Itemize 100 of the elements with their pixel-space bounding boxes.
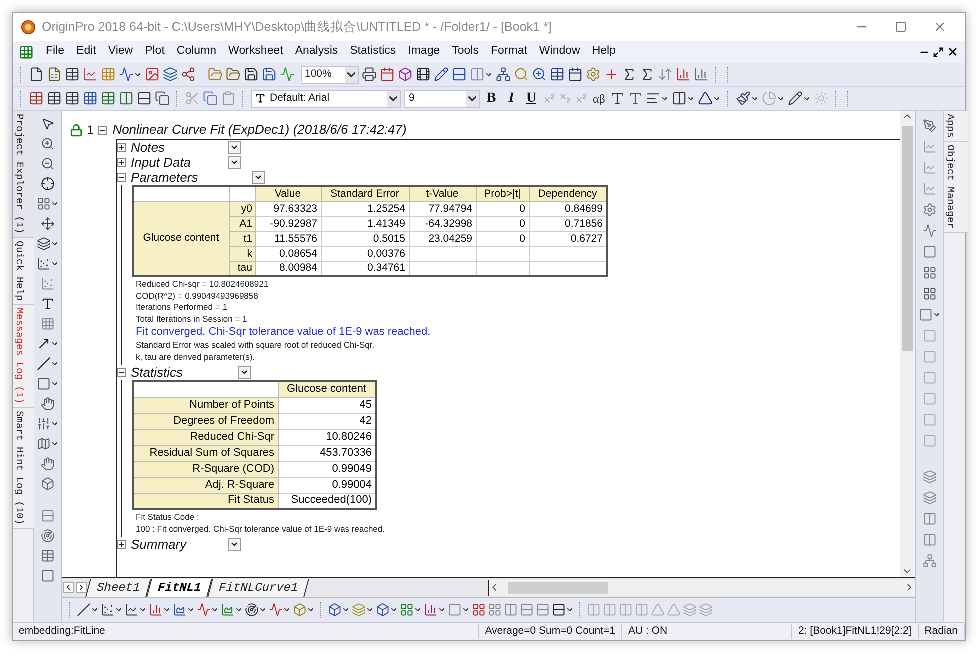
caret-icon[interactable] [50,360,58,368]
film-icon[interactable] [416,67,431,82]
caret-icon[interactable] [187,606,195,614]
caret-icon[interactable] [462,606,470,614]
points-icon[interactable] [40,277,54,291]
caret-icon[interactable] [50,380,58,388]
grid-icon[interactable] [922,287,936,301]
folder-icon[interactable] [226,67,241,82]
scrollbar-thumb[interactable] [508,582,608,594]
menu-item[interactable]: Format [484,43,534,61]
sheet-tab[interactable]: FitNL1 [146,578,213,596]
sheet-tab[interactable]: FitNLCurve1 [208,578,310,596]
caret-icon[interactable] [414,606,422,614]
edit-icon[interactable] [434,67,449,82]
table-icon[interactable] [40,549,54,563]
grid-icon[interactable] [40,317,54,331]
fill-icon[interactable] [736,91,752,106]
caret-icon[interactable] [134,70,142,78]
caret-icon[interactable] [932,311,940,319]
format-button[interactable]: B [483,88,500,109]
horizontal-scrollbar[interactable] [488,580,915,596]
menu-item[interactable]: Edit [70,43,102,61]
box-icon[interactable] [398,67,413,82]
caret-icon[interactable] [751,94,760,102]
gear-icon[interactable] [922,203,936,217]
menu-item[interactable]: Window [533,43,586,61]
calendar-icon[interactable] [568,67,583,82]
zoom-out-icon[interactable] [40,157,54,171]
columns-icon[interactable] [119,91,134,106]
zoom-select[interactable]: 100% [301,66,359,84]
caret-icon[interactable] [307,606,315,614]
area-plot-icon[interactable] [173,603,187,617]
printer-icon[interactable] [362,67,377,82]
caret-icon[interactable] [91,606,99,614]
caret-icon[interactable] [259,606,267,614]
caret-icon[interactable] [803,94,812,102]
font-larger-icon[interactable] [610,91,626,106]
greek-button[interactable]: αβ [591,90,608,108]
vertical-scrollbar[interactable] [900,111,915,577]
caret-icon[interactable] [211,606,219,614]
caret-icon[interactable] [50,260,58,268]
statistics-icon[interactable] [640,67,655,82]
rows-icon[interactable] [137,91,152,106]
caret-icon[interactable] [687,94,696,102]
menu-item[interactable]: Help [586,43,622,61]
menu-item[interactable]: File [40,43,71,61]
line-plot-icon[interactable] [77,603,91,617]
caret-icon[interactable] [713,94,722,102]
matrix-icon[interactable] [101,67,116,82]
hand-icon[interactable] [40,397,54,411]
save-icon[interactable] [244,67,259,82]
sum-icon[interactable] [622,67,637,82]
collapse-icon[interactable] [98,126,107,134]
dropdown-button[interactable] [252,171,265,184]
tree-icon[interactable] [922,554,936,568]
function-plot-icon[interactable] [119,67,134,82]
restore-icon[interactable] [933,46,944,58]
format-button[interactable]: I [503,88,520,109]
bar-icon[interactable] [694,67,709,82]
caret-icon[interactable] [438,606,446,614]
caret-icon[interactable] [50,200,58,208]
lines-icon[interactable] [40,509,54,523]
multi-panel-icon[interactable] [488,603,502,617]
dropdown-button[interactable] [228,538,241,551]
menu-item[interactable]: Worksheet [222,43,290,61]
cube-icon[interactable] [40,477,54,491]
grid-icon[interactable] [83,91,98,106]
caret-icon[interactable] [139,606,147,614]
zoom-icon[interactable] [532,67,547,82]
caret-icon[interactable] [50,440,58,448]
side-tab[interactable]: Apps [944,111,968,142]
menu-item[interactable]: Plot [139,43,171,61]
copy-icon[interactable] [155,91,170,106]
menu-item[interactable]: View [102,43,140,61]
line-symbol-icon[interactable] [125,603,139,617]
curve-icon[interactable] [922,224,936,238]
close-icon[interactable] [947,46,959,58]
frame-icon[interactable] [922,245,936,259]
menu-item[interactable]: Statistics [344,43,402,61]
caret-icon[interactable] [342,606,350,614]
folder-icon[interactable] [208,67,223,82]
dropdown-button[interactable] [238,366,251,379]
font-smaller-icon[interactable] [628,91,644,106]
side-tab[interactable]: Object Manager [944,142,968,234]
3d-plot-icon[interactable] [328,603,342,617]
table-icon[interactable] [101,91,116,106]
fill-area-icon[interactable] [221,603,235,617]
new-file-icon[interactable] [29,67,44,82]
previous-sheet-icon[interactable] [63,582,74,593]
pen-icon[interactable] [922,119,936,133]
expand-icon[interactable] [117,143,126,152]
caret-icon[interactable] [235,606,243,614]
scatter-icon[interactable] [36,257,50,271]
move-icon[interactable] [40,217,54,231]
rectangle-icon[interactable] [36,377,50,391]
grid-icon[interactable] [922,266,936,280]
collapse-icon[interactable] [117,173,126,182]
search-icon[interactable] [514,67,529,82]
rows-icon[interactable] [452,67,467,82]
arrow-icon[interactable] [36,337,50,351]
